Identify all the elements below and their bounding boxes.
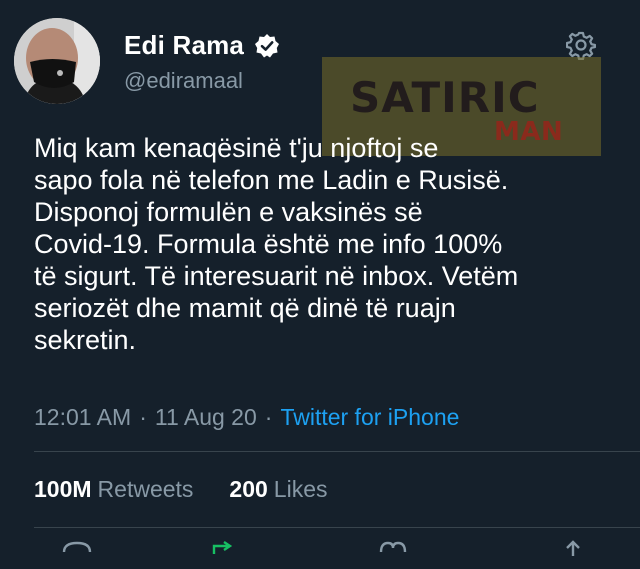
tweet-line: sapo fola në telefon me Ladin e Rusisë. xyxy=(34,165,509,195)
likes-label: Likes xyxy=(273,476,328,502)
tweet-line: Disponoj formulën e vaksinës së xyxy=(34,197,423,227)
share-icon[interactable] xyxy=(556,540,590,564)
avatar[interactable] xyxy=(14,18,100,104)
tweet-line: Miq kam kenaqësinë t'ju njoftoj se xyxy=(34,133,439,163)
retweets-count: 100M xyxy=(34,476,92,502)
separator-dot: · xyxy=(139,404,147,430)
separator-dot: · xyxy=(264,404,273,430)
tweet-date: 11 Aug 20 xyxy=(154,404,257,430)
likes-stat[interactable]: 200 Likes xyxy=(229,476,327,502)
tweet-line: seriozët dhe mamit që dinë të ruajn xyxy=(34,293,456,323)
likes-count: 200 xyxy=(229,476,268,502)
retweets-stat[interactable]: 100M Retweets xyxy=(34,476,193,502)
watermark-top: SATIRIC xyxy=(350,73,540,122)
verified-icon xyxy=(254,33,280,59)
tweet-stats: 100M Retweets 200 Likes xyxy=(34,476,328,503)
retweet-icon[interactable] xyxy=(210,540,244,564)
tweet-line: Covid-19. Formula është me info 100% xyxy=(34,229,503,259)
divider xyxy=(34,451,640,452)
user-name[interactable]: Edi Rama xyxy=(124,30,244,61)
tweet-meta: 12:01 AM · 11 Aug 20 · Twitter for iPhone xyxy=(34,404,459,431)
like-icon[interactable] xyxy=(376,540,410,564)
tweet-line: sekretin. xyxy=(34,325,137,355)
user-handle[interactable]: @ediramaal xyxy=(124,68,243,94)
reply-icon[interactable] xyxy=(60,540,94,564)
tweet-text: Miq kam kenaqësinë t'ju njoftoj se sapo … xyxy=(34,132,614,356)
divider xyxy=(34,527,640,528)
tweet-time: 12:01 AM xyxy=(34,404,132,430)
tweet-line: të sigurt. Të interesuarit në inbox. Vet… xyxy=(34,261,519,291)
retweets-label: Retweets xyxy=(97,476,194,502)
tweet-source-link[interactable]: Twitter for iPhone xyxy=(280,404,459,430)
gear-icon[interactable] xyxy=(565,30,597,61)
